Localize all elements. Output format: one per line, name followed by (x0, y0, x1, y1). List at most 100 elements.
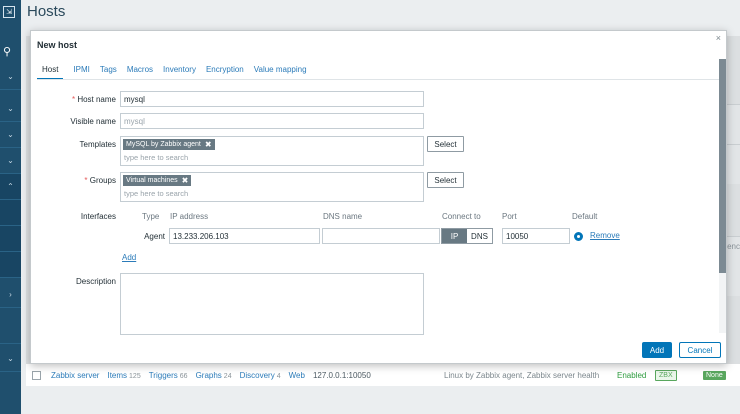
connect-ip-button[interactable]: IP (442, 229, 467, 243)
tab-tags[interactable]: Tags (100, 60, 117, 80)
chevron-right-icon: › (9, 290, 12, 299)
chevron-down-icon: ⌄ (7, 130, 14, 139)
host-name-link[interactable]: Zabbix server (51, 371, 99, 380)
sidebar-menu-4[interactable]: ⌄ (0, 148, 21, 174)
remove-chip-icon[interactable]: ✖ (205, 140, 212, 149)
iface-remove-link[interactable]: Remove (590, 231, 620, 240)
tab-divider (37, 79, 721, 80)
templates-multiselect[interactable]: MySQL by Zabbix agent ✖ type here to sear… (120, 136, 424, 166)
bg-column-header-clipped: enc (727, 242, 740, 251)
group-chip-label: Virtual machines (126, 177, 178, 184)
dialog-title: New host (37, 40, 78, 50)
graphs-link[interactable]: Graphs 24 (196, 371, 232, 380)
graphs-count: 24 (223, 372, 232, 380)
sidebar-menu-6[interactable]: › (0, 282, 21, 308)
groups-multiselect[interactable]: Virtual machines ✖ type here to search (120, 172, 424, 202)
tab-host[interactable]: Host (37, 60, 64, 80)
row-checkbox[interactable] (32, 370, 41, 380)
host-name-label-text: Host name (77, 95, 116, 104)
template-chip-label: MySQL by Zabbix agent (126, 141, 201, 148)
triggers-link[interactable]: Triggers 66 (149, 371, 188, 380)
host-status[interactable]: Enabled (617, 371, 646, 380)
description-label: Description (75, 277, 116, 286)
visible-name-input[interactable]: mysql (120, 113, 424, 129)
chevron-down-icon: ⌄ (7, 104, 14, 113)
tab-value-mapping[interactable]: Value mapping (254, 60, 307, 80)
items-label: Items (107, 370, 128, 380)
connect-to-toggle: IP DNS (441, 228, 493, 244)
dialog-scrollbar[interactable] (719, 59, 726, 333)
add-interface-link[interactable]: Add (122, 253, 136, 262)
remove-chip-icon[interactable]: ✖ (182, 176, 189, 185)
sidebar-menu-5[interactable]: ⌃ (0, 174, 21, 200)
groups-search-placeholder[interactable]: type here to search (124, 189, 188, 198)
sidebar-menu-3[interactable]: ⌄ (0, 122, 21, 148)
sidebar-submenu-1[interactable] (0, 200, 21, 226)
visible-name-label: Visible name (70, 117, 116, 126)
sidebar-submenu-2[interactable] (0, 226, 21, 252)
page-title: Hosts (27, 3, 66, 20)
host-templates: Linux by Zabbix agent, Zabbix server hea… (444, 370, 600, 380)
collapse-sidebar-icon[interactable]: ⇲ (3, 6, 15, 18)
template-chip: MySQL by Zabbix agent ✖ (123, 139, 215, 150)
groups-label: Groups (36, 176, 116, 185)
sidebar-menu-1[interactable]: ⌄ (0, 64, 21, 90)
chevron-up-icon: ⌃ (7, 182, 14, 191)
sidebar-menu-8[interactable]: ⌄ (0, 346, 21, 372)
iface-default-header: Default (572, 212, 598, 221)
iface-port-header: Port (502, 212, 517, 221)
description-textarea[interactable] (120, 273, 424, 335)
chevron-down-icon: ⌄ (7, 156, 14, 165)
new-host-dialog: New host × Host IPMI Tags Macros Invento… (30, 30, 727, 364)
tab-encryption[interactable]: Encryption (206, 60, 244, 80)
add-button[interactable]: Add (642, 342, 672, 358)
iface-ip-input[interactable]: 13.233.206.103 (169, 228, 320, 244)
tab-inventory[interactable]: Inventory (163, 60, 196, 80)
main-sidebar: ⇲ ⚲ ⌄ ⌄ ⌄ ⌄ ⌃ › ⌄ (0, 0, 21, 414)
host-name-input[interactable]: mysql (120, 91, 424, 107)
interfaces-label: Interfaces (80, 212, 116, 221)
encryption-badge: None (703, 370, 726, 380)
group-chip: Virtual machines ✖ (123, 175, 192, 186)
iface-dns-header: DNS name (323, 212, 363, 221)
discovery-count: 4 (276, 372, 281, 380)
iface-port-input[interactable]: 10050 (502, 228, 570, 244)
groups-label-text: Groups (89, 176, 116, 185)
groups-select-button[interactable]: Select (427, 172, 464, 188)
items-link[interactable]: Items 125 (107, 371, 140, 380)
items-count: 125 (129, 372, 141, 380)
close-icon[interactable]: × (716, 33, 721, 43)
graphs-label: Graphs (195, 370, 222, 380)
templates-select-button[interactable]: Select (427, 136, 464, 152)
connect-dns-button[interactable]: DNS (467, 229, 492, 243)
templates-label: Templates (79, 140, 116, 149)
sidebar-menu-7[interactable] (0, 318, 21, 344)
iface-ip-header: IP address (170, 212, 209, 221)
host-name-label: Host name (36, 95, 116, 104)
chevron-down-icon: ⌄ (7, 72, 14, 81)
page-bottom (26, 386, 740, 414)
web-link[interactable]: Web (289, 371, 305, 380)
cancel-button[interactable]: Cancel (679, 342, 721, 358)
sidebar-menu-2[interactable]: ⌄ (0, 96, 21, 122)
iface-connect-header: Connect to (442, 212, 481, 221)
dialog-tabs: Host IPMI Tags Macros Inventory Encrypti… (37, 60, 317, 80)
scrollbar-thumb[interactable] (719, 59, 726, 273)
sidebar-submenu-3[interactable] (0, 252, 21, 278)
triggers-count: 66 (179, 372, 188, 380)
tab-macros[interactable]: Macros (127, 60, 153, 80)
chevron-down-icon: ⌄ (7, 354, 14, 363)
templates-search-placeholder[interactable]: type here to search (124, 153, 188, 162)
triggers-label: Triggers (148, 370, 178, 380)
availability-badge: ZBX (655, 369, 677, 381)
discovery-label: Discovery (239, 370, 275, 380)
iface-type-header: Type (142, 212, 160, 221)
iface-default-radio[interactable] (574, 232, 583, 241)
host-interface: 127.0.0.1:10050 (312, 370, 371, 380)
iface-dns-input[interactable] (322, 228, 440, 244)
tab-ipmi[interactable]: IPMI (73, 60, 89, 80)
iface-type-value: Agent (144, 232, 165, 241)
table-row: Zabbix server Items 125 Triggers 66 Graphs… (26, 364, 740, 386)
search-icon[interactable]: ⚲ (3, 45, 11, 58)
discovery-link[interactable]: Discovery 4 (240, 371, 281, 380)
